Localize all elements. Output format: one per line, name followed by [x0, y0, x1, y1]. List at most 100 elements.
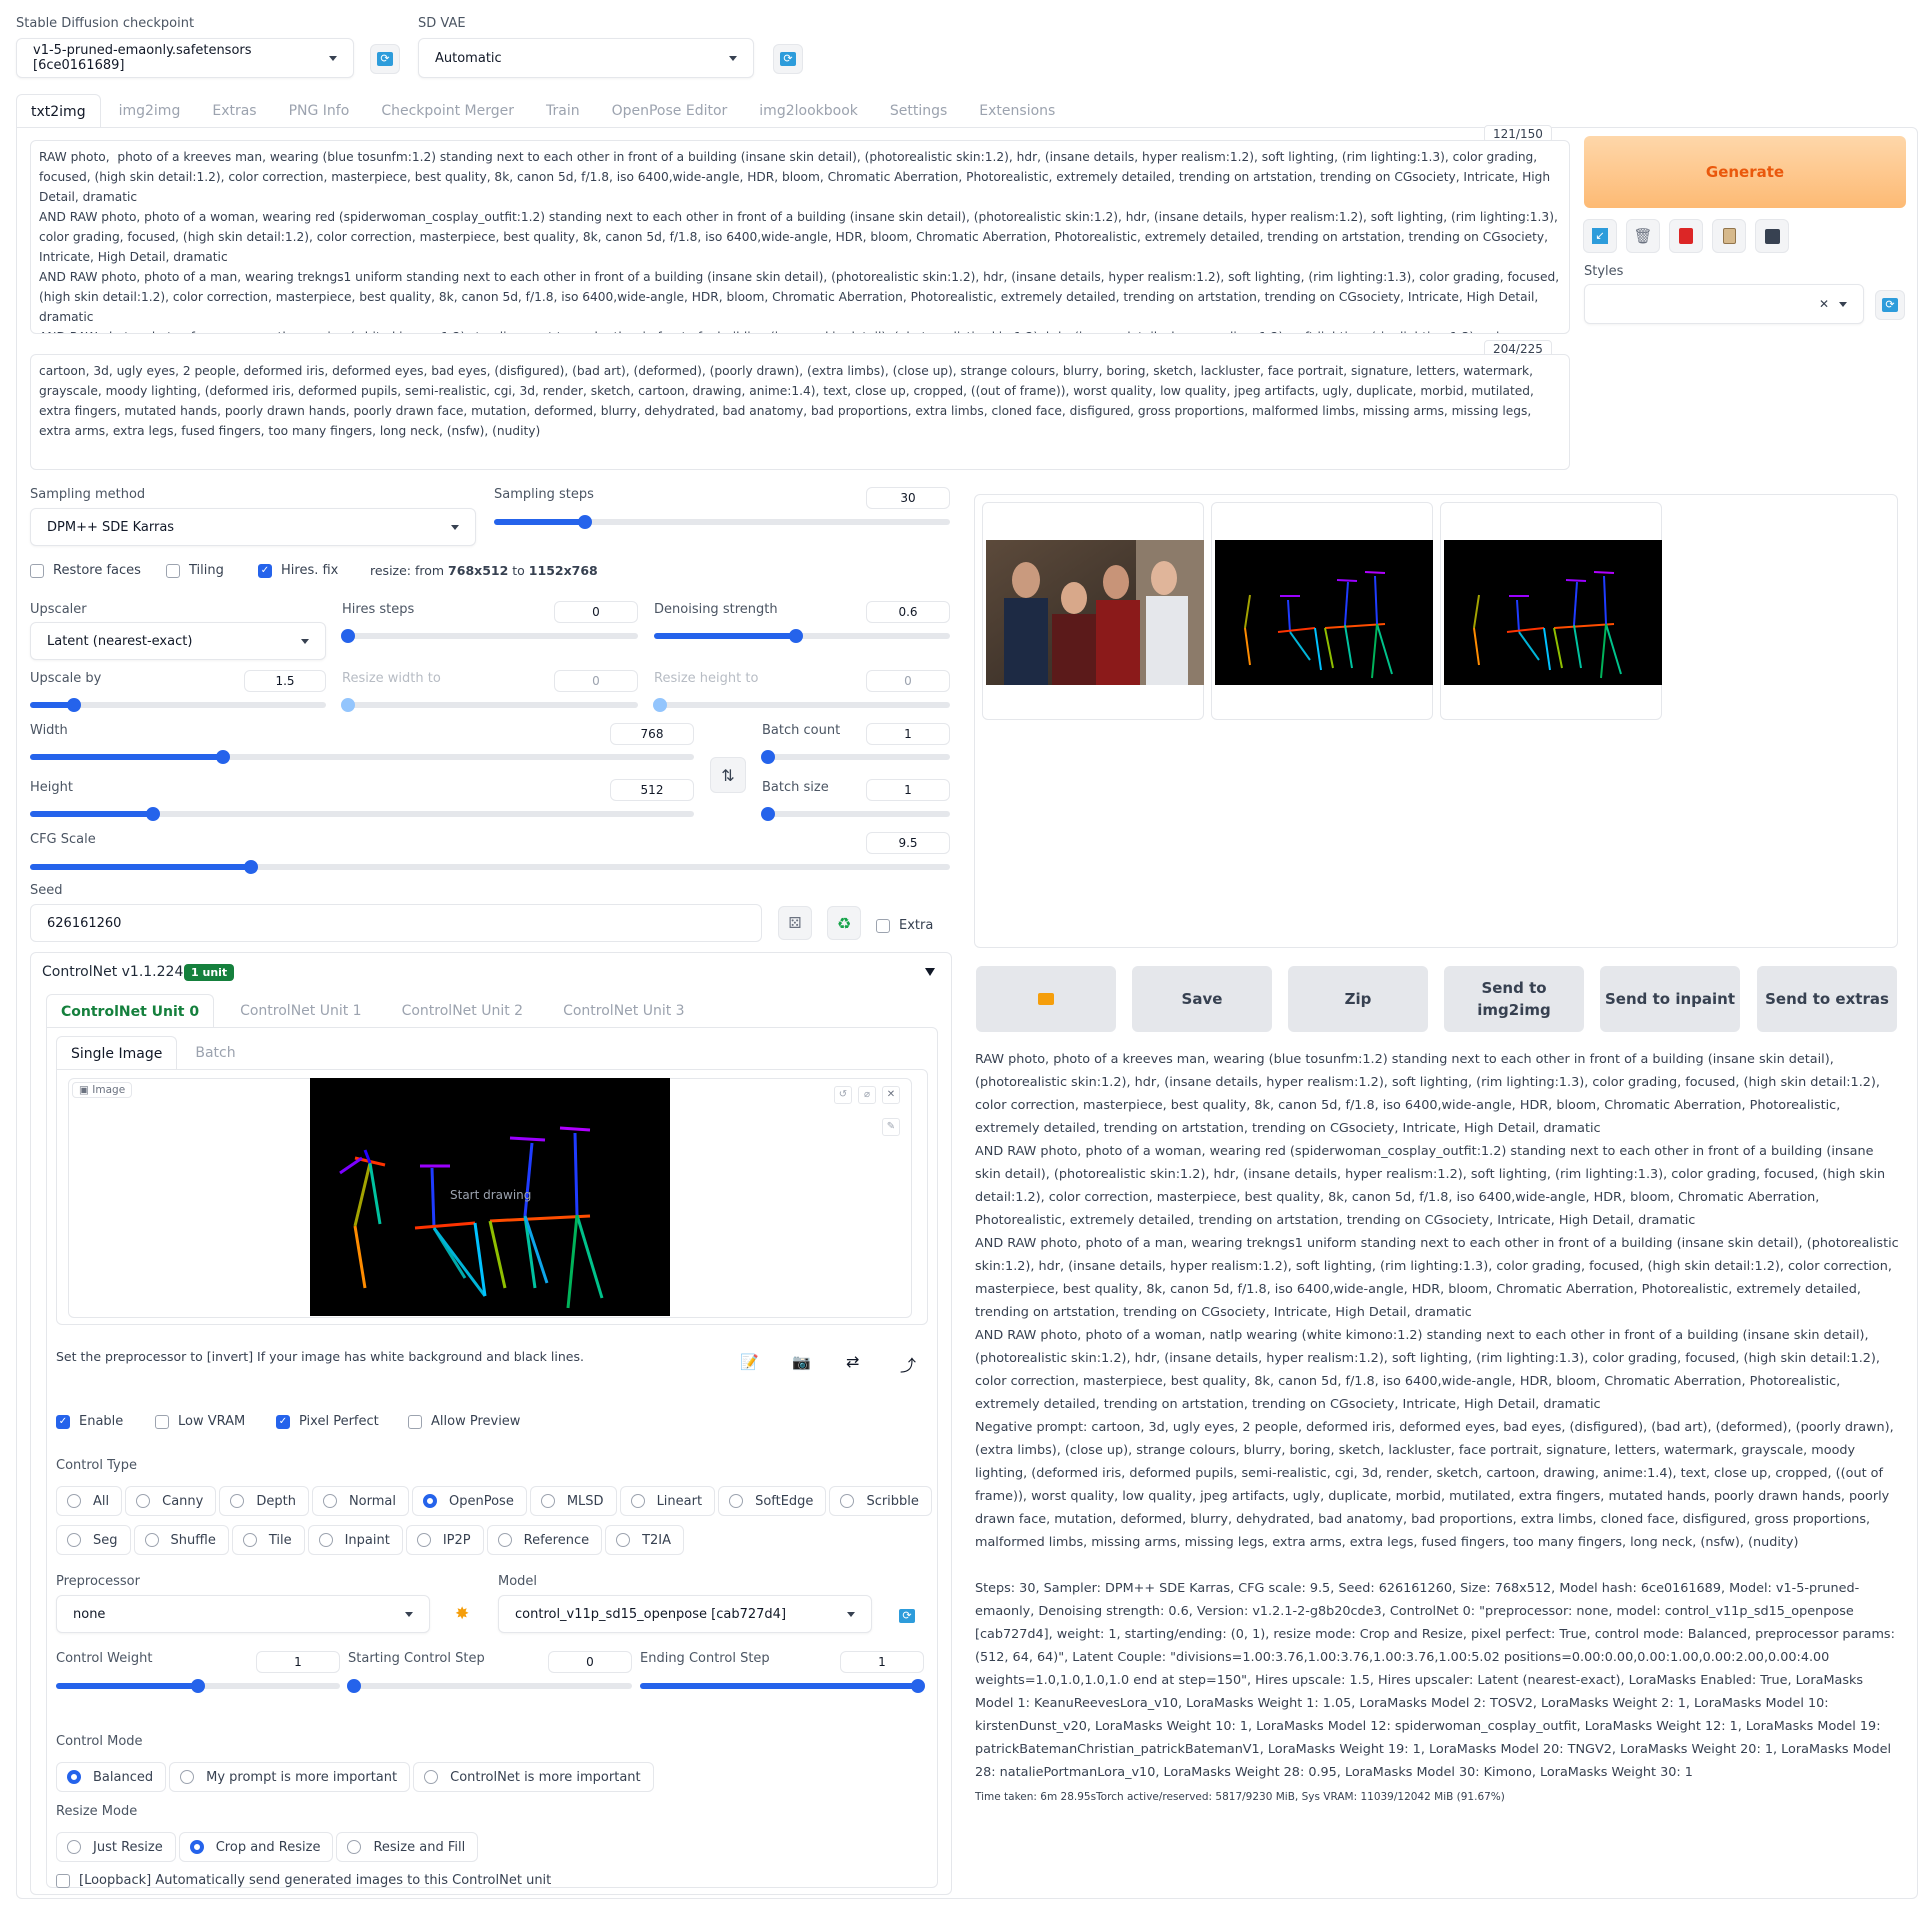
hires-steps-input[interactable]: 0 [554, 601, 638, 623]
resize-mode-resize-and-fill[interactable]: Resize and Fill [336, 1832, 479, 1862]
edit-canvas-icon[interactable]: 📝 [740, 1353, 759, 1371]
start-step-slider[interactable] [347, 1679, 632, 1693]
random-seed-button[interactable]: ⚄ [778, 906, 812, 940]
resize-width-slider[interactable] [341, 698, 638, 712]
tab-settings[interactable]: Settings [876, 94, 961, 128]
eraser-icon[interactable]: ⌀ [858, 1086, 876, 1104]
resize-width-input[interactable]: 0 [554, 670, 638, 692]
tab-batch[interactable]: Batch [181, 1036, 249, 1070]
sampling-steps-slider[interactable] [494, 515, 950, 529]
send-to-inpaint-button[interactable]: Send to inpaint [1600, 966, 1740, 1032]
upscale-by-input[interactable]: 1.5 [244, 670, 326, 692]
control-type-shuffle[interactable]: Shuffle [133, 1525, 229, 1555]
control-type-lineart[interactable]: Lineart [619, 1486, 716, 1516]
tab-train[interactable]: Train [532, 94, 594, 128]
resize-mode-just-resize[interactable]: Just Resize [56, 1832, 176, 1862]
control-type-scribble[interactable]: Scribble [829, 1486, 932, 1516]
tab-extensions[interactable]: Extensions [965, 94, 1069, 128]
send-to-img2img-button[interactable]: Send to img2img [1444, 966, 1584, 1032]
read-params-button[interactable]: ↙ [1583, 219, 1617, 253]
refresh-checkpoint-button[interactable]: ⟳ [370, 44, 400, 74]
refresh-models-button[interactable]: ⟳ [892, 1601, 922, 1631]
control-type-softedge[interactable]: SoftEdge [718, 1486, 827, 1516]
apply-style-button[interactable] [1712, 219, 1746, 253]
control-type-seg[interactable]: Seg [56, 1525, 131, 1555]
enable-checkbox[interactable]: ✓ Enable [56, 1414, 123, 1429]
send-dimensions-icon[interactable]: ⤴ [900, 1352, 916, 1376]
control-mode-controlnet[interactable]: ControlNet is more important [413, 1762, 654, 1792]
tab-png-info[interactable]: PNG Info [275, 94, 364, 128]
refresh-styles-button[interactable]: ⟳ [1875, 290, 1905, 320]
upscaler-dropdown[interactable]: Latent (nearest-exact) [30, 622, 326, 660]
reuse-seed-button[interactable]: ♻ [827, 906, 861, 940]
model-dropdown[interactable]: control_v11p_sd15_openpose [cab727d4] [498, 1595, 872, 1633]
allow-preview-checkbox[interactable]: Allow Preview [408, 1414, 520, 1429]
control-mode-prompt[interactable]: My prompt is more important [169, 1762, 411, 1792]
restore-faces-checkbox[interactable]: Restore faces [30, 563, 141, 578]
tab-single-image[interactable]: Single Image [56, 1036, 178, 1070]
tab-extras[interactable]: Extras [198, 94, 270, 128]
sampling-method-dropdown[interactable]: DPM++ SDE Karras [30, 508, 476, 546]
generate-button[interactable]: Generate [1584, 136, 1906, 208]
collapse-triangle-icon[interactable] [925, 968, 935, 976]
tab-img2img[interactable]: img2img [105, 94, 195, 128]
checkpoint-dropdown[interactable]: v1-5-pruned-emaonly.safetensors [6ce0161… [16, 38, 354, 78]
control-type-t2ia[interactable]: T2IA [605, 1525, 685, 1555]
resize-height-slider[interactable] [653, 698, 950, 712]
styles-dropdown[interactable]: ✕ [1584, 284, 1864, 324]
batch-size-slider[interactable] [761, 807, 950, 821]
prompt-textarea[interactable]: RAW photo, photo of a kreeves man, weari… [30, 140, 1570, 334]
run-preprocessor-icon[interactable]: ✸ [455, 1604, 469, 1624]
clear-icon[interactable]: ✕ [1819, 297, 1829, 311]
resize-mode-crop-and-resize[interactable]: Crop and Resize [178, 1832, 334, 1862]
control-weight-slider[interactable] [56, 1679, 340, 1693]
control-mode-balanced[interactable]: Balanced [56, 1762, 167, 1792]
preprocessor-dropdown[interactable]: none [56, 1595, 430, 1633]
send-to-extras-button[interactable]: Send to extras [1757, 966, 1897, 1032]
upscale-by-slider[interactable] [30, 698, 326, 712]
batch-count-slider[interactable] [761, 750, 950, 764]
tiling-checkbox[interactable]: Tiling [166, 563, 224, 578]
undo-icon[interactable]: ↺ [834, 1086, 852, 1104]
hires-steps-slider[interactable] [341, 629, 638, 643]
cfg-slider[interactable] [30, 860, 950, 874]
width-slider[interactable] [30, 750, 694, 764]
control-type-openpose[interactable]: OpenPose [412, 1486, 527, 1516]
hires-fix-checkbox[interactable]: ✓ Hires. fix [258, 563, 338, 578]
tab-controlnet-unit-0[interactable]: ControlNet Unit 0 [46, 994, 215, 1028]
loopback-checkbox[interactable]: [Loopback] Automatically send generated … [56, 1873, 551, 1888]
height-slider[interactable] [30, 807, 694, 821]
extra-networks-button[interactable] [1669, 219, 1703, 253]
open-folder-button[interactable] [976, 966, 1116, 1032]
seed-input[interactable]: 626161260 [30, 904, 762, 942]
zip-button[interactable]: Zip [1288, 966, 1428, 1032]
negative-prompt-textarea[interactable]: cartoon, 3d, ugly eyes, 2 people, deform… [30, 354, 1570, 470]
tab-openpose-editor[interactable]: OpenPose Editor [598, 94, 742, 128]
control-type-mlsd[interactable]: MLSD [529, 1486, 617, 1516]
tab-controlnet-unit-1[interactable]: ControlNet Unit 1 [226, 994, 376, 1028]
refresh-vae-button[interactable]: ⟳ [773, 44, 803, 74]
tab-controlnet-unit-2[interactable]: ControlNet Unit 2 [388, 994, 538, 1028]
extra-seed-checkbox[interactable]: Extra [876, 918, 933, 933]
batch-size-input[interactable]: 1 [866, 779, 950, 801]
end-step-input[interactable]: 1 [840, 1651, 924, 1673]
width-input[interactable]: 768 [610, 723, 694, 745]
control-type-inpaint[interactable]: Inpaint [307, 1525, 403, 1555]
camera-icon[interactable]: 📷 [792, 1353, 811, 1371]
start-step-input[interactable]: 0 [548, 1651, 632, 1673]
sampling-steps-input[interactable]: 30 [866, 487, 950, 509]
swap-dimensions-button[interactable]: ⇅ [710, 757, 746, 793]
control-weight-input[interactable]: 1 [256, 1651, 340, 1673]
low-vram-checkbox[interactable]: Low VRAM [155, 1414, 245, 1429]
close-icon[interactable]: ✕ [882, 1086, 900, 1104]
height-input[interactable]: 512 [610, 779, 694, 801]
denoise-slider[interactable] [654, 629, 950, 643]
end-step-slider[interactable] [640, 1679, 925, 1693]
control-type-normal[interactable]: Normal [311, 1486, 409, 1516]
save-button[interactable]: Save [1132, 966, 1272, 1032]
pixel-perfect-checkbox[interactable]: ✓ Pixel Perfect [276, 1414, 379, 1429]
resize-height-input[interactable]: 0 [866, 670, 950, 692]
control-type-ip2p[interactable]: IP2P [405, 1525, 484, 1555]
control-type-depth[interactable]: Depth [219, 1486, 309, 1516]
vae-dropdown[interactable]: Automatic [418, 38, 754, 78]
